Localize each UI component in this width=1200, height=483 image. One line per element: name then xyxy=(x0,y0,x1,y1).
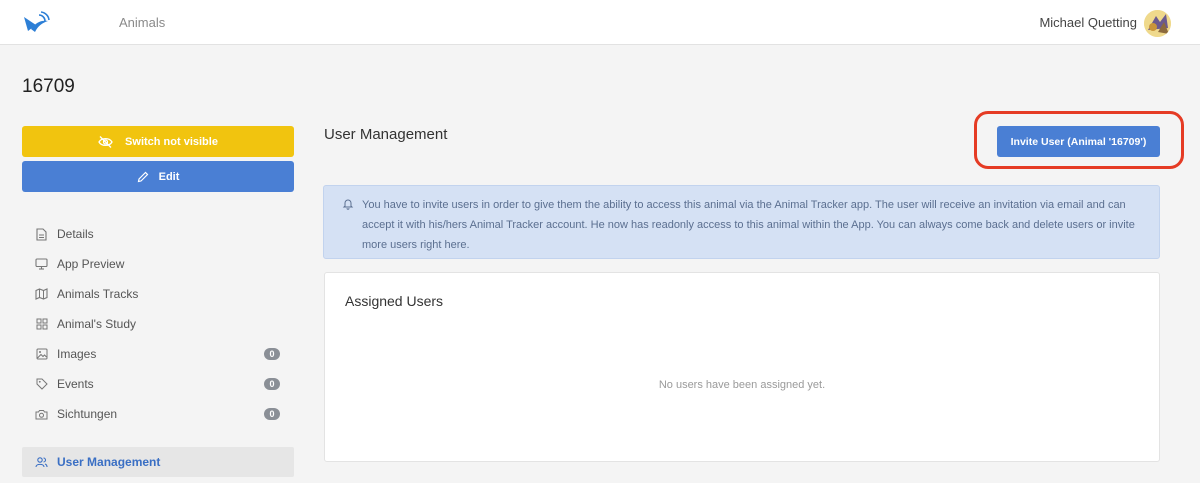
empty-state-message: No users have been assigned yet. xyxy=(658,379,826,391)
top-navbar: Animals Michael Quetting xyxy=(0,0,1200,45)
switch-visibility-button[interactable]: Switch not visible xyxy=(22,126,294,157)
assigned-users-card: Assigned Users No users have been assign… xyxy=(324,272,1160,462)
camera-icon xyxy=(35,408,48,421)
count-badge: 0 xyxy=(264,408,280,420)
count-badge: 0 xyxy=(264,378,280,390)
sidebar-item-animals-study[interactable]: Animal's Study xyxy=(22,309,294,339)
sidebar-item-images[interactable]: Images 0 xyxy=(22,339,294,369)
avatar[interactable] xyxy=(1144,10,1171,37)
users-icon xyxy=(35,456,48,469)
image-icon xyxy=(35,348,48,361)
map-icon xyxy=(35,288,48,301)
eye-off-icon xyxy=(98,135,113,148)
sidebar-item-app-preview[interactable]: App Preview xyxy=(22,249,294,279)
sidebar-item-sichtungen[interactable]: Sichtungen 0 xyxy=(22,399,294,429)
nav-link-animals[interactable]: Animals xyxy=(119,15,165,30)
sidebar-item-label: Sichtungen xyxy=(57,407,118,421)
sidebar-item-label: Events xyxy=(57,377,94,391)
user-name[interactable]: Michael Quetting xyxy=(1039,15,1137,30)
monitor-icon xyxy=(35,258,48,271)
info-alert: You have to invite users in order to giv… xyxy=(323,185,1160,259)
grid-icon xyxy=(35,318,48,331)
sidebar-item-label: User Management xyxy=(57,455,161,469)
card-title: Assigned Users xyxy=(345,293,444,309)
tag-icon xyxy=(35,378,48,391)
switch-visibility-label: Switch not visible xyxy=(125,135,218,148)
sidebar-item-events[interactable]: Events 0 xyxy=(22,369,294,399)
edit-button[interactable]: Edit xyxy=(22,161,294,192)
sidebar-item-details[interactable]: Details xyxy=(22,219,294,249)
sidebar-item-label: Images xyxy=(57,347,97,361)
animal-tracker-logo[interactable] xyxy=(22,11,52,35)
count-badge: 0 xyxy=(264,348,280,360)
info-text: You have to invite users in order to giv… xyxy=(362,199,1135,251)
sidebar-nav: Details App Preview Animals Tracks Anima… xyxy=(22,219,294,479)
sidebar-item-animals-tracks[interactable]: Animals Tracks xyxy=(22,279,294,309)
page-title: 16709 xyxy=(22,76,75,97)
invite-user-button[interactable]: Invite User (Animal '16709') xyxy=(997,126,1160,157)
section-title: User Management xyxy=(324,126,448,143)
bell-icon xyxy=(342,197,354,210)
sidebar-item-label: Animals Tracks xyxy=(57,287,139,301)
pencil-icon xyxy=(137,171,149,183)
sidebar-item-label: App Preview xyxy=(57,257,125,271)
sidebar-item-label: Details xyxy=(57,227,94,241)
sidebar-item-label: Animal's Study xyxy=(57,317,136,331)
sidebar-item-user-management[interactable]: User Management xyxy=(22,447,294,477)
document-icon xyxy=(35,227,48,241)
edit-label: Edit xyxy=(158,170,180,183)
